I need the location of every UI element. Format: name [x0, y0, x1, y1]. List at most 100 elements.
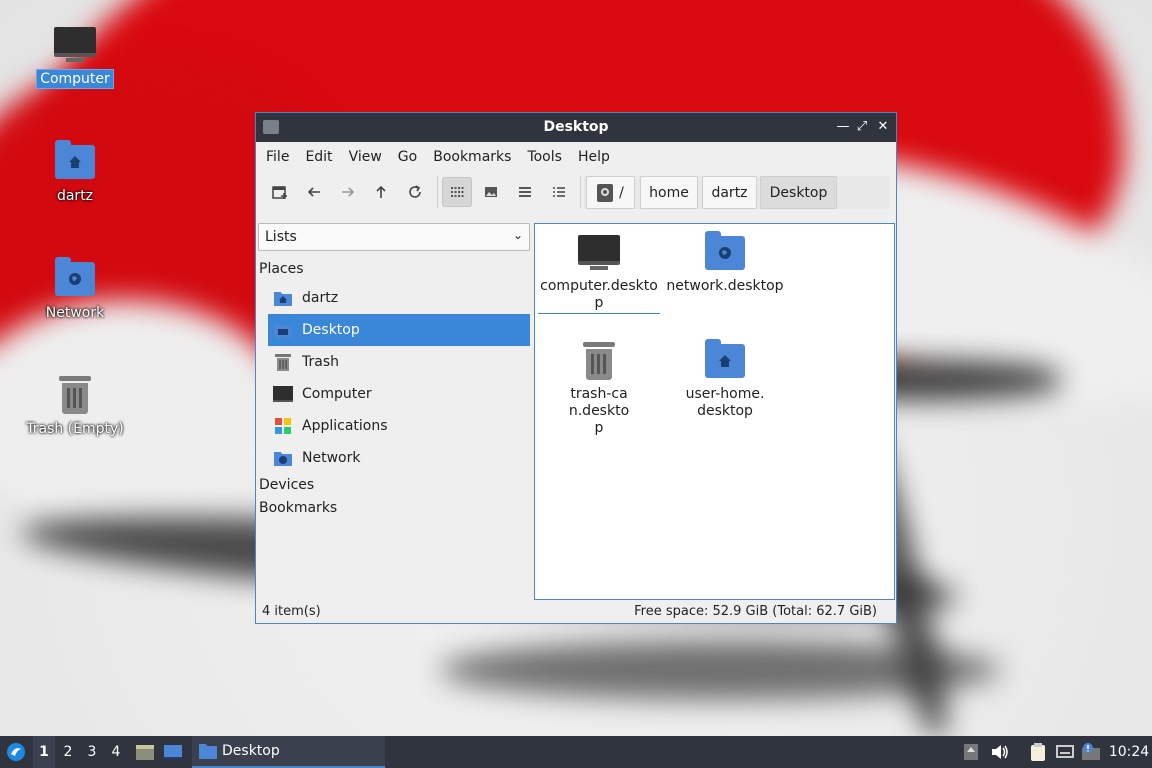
path-segment-home[interactable]: home: [640, 176, 698, 209]
trash-icon: [577, 338, 621, 382]
icon-view-button[interactable]: [442, 177, 472, 207]
up-arrow-icon: [376, 185, 386, 198]
taskbar: 1 2 3 4 Desktop 10:24: [0, 736, 1152, 768]
network-icon[interactable]: [1055, 742, 1075, 762]
menu-bookmarks[interactable]: Bookmarks: [425, 149, 519, 165]
file-item-computer-desktop[interactable]: computer.desktop: [538, 230, 660, 314]
sidebar-item-computer[interactable]: Computer: [268, 378, 530, 410]
sidebar-item-dartz[interactable]: dartz: [268, 282, 530, 314]
file-manager-launcher[interactable]: [132, 736, 158, 768]
file-manager-icon: [136, 745, 154, 760]
desktop-icon-dartz[interactable]: dartz: [20, 139, 130, 205]
file-view[interactable]: computer.desktop network.desktop trash-c…: [534, 223, 895, 600]
menu-view[interactable]: View: [341, 149, 390, 165]
detailed-list-view-icon: [553, 187, 565, 197]
path-root-label: /: [619, 184, 624, 201]
icon-view-icon: [451, 187, 464, 197]
up-arrow-icon[interactable]: [961, 742, 981, 762]
file-item-network-desktop[interactable]: network.desktop: [664, 230, 786, 295]
file-item-trash-can-desktop[interactable]: trash-can.desktop: [538, 338, 660, 437]
taskbar-window-label: Desktop: [222, 743, 280, 759]
compact-view-icon: [519, 187, 531, 197]
desktop-icon-label: dartz: [56, 188, 94, 204]
workspace-3-button[interactable]: 3: [81, 736, 103, 768]
update-notifier-icon[interactable]: [1081, 742, 1101, 762]
menu-edit[interactable]: Edit: [297, 149, 340, 165]
clipboard-icon[interactable]: [1028, 742, 1048, 762]
computer-icon: [273, 384, 293, 404]
sidebar-item-label: Computer: [302, 386, 372, 402]
computer-icon: [577, 230, 621, 274]
side-pane-mode-select[interactable]: Lists ⌄: [258, 223, 530, 251]
sidebar-item-applications[interactable]: Applications: [268, 410, 530, 442]
menu-file[interactable]: File: [258, 149, 297, 165]
sidebar-item-label: Desktop: [302, 322, 360, 338]
detailed-list-view-button[interactable]: [544, 177, 574, 207]
menu-go[interactable]: Go: [390, 149, 425, 165]
home-folder-icon: [273, 288, 293, 308]
menu-help[interactable]: Help: [570, 149, 618, 165]
show-desktop-button[interactable]: [160, 736, 186, 768]
folder-icon: [199, 744, 217, 759]
sidebar-item-network[interactable]: Network: [268, 442, 530, 474]
applications-icon: [273, 416, 293, 436]
close-button[interactable]: ✕: [874, 118, 892, 136]
window-titlebar[interactable]: Desktop — ⤢ ✕: [256, 113, 896, 142]
compact-view-button[interactable]: [510, 177, 540, 207]
devices-header[interactable]: Devices: [259, 477, 314, 493]
desktop-icon-trash[interactable]: Trash (Empty): [20, 372, 130, 438]
menu-tools[interactable]: Tools: [519, 149, 570, 165]
new-tab-icon: [272, 186, 287, 199]
workspace-1-button[interactable]: 1: [33, 736, 55, 768]
up-button[interactable]: [366, 177, 396, 207]
forward-arrow-icon: [342, 187, 355, 197]
toolbar: / home dartz Desktop: [256, 172, 896, 212]
sidebar-item-label: Applications: [302, 418, 388, 434]
file-item-label: trash-can.desktop: [568, 386, 630, 436]
thumbnail-view-button[interactable]: [476, 177, 506, 207]
start-menu-button[interactable]: [3, 736, 29, 768]
lubuntu-logo-icon: [7, 743, 25, 761]
bookmarks-header[interactable]: Bookmarks: [259, 500, 337, 516]
sidebar-item-trash[interactable]: Trash: [268, 346, 530, 378]
file-item-user-home-desktop[interactable]: user-home.desktop: [664, 338, 786, 420]
reload-button[interactable]: [400, 177, 430, 207]
path-segment-desktop[interactable]: Desktop: [760, 176, 837, 209]
taskbar-window-desktop[interactable]: Desktop: [192, 736, 385, 768]
desktop-icon-label: Computer: [36, 69, 114, 89]
workspace-4-button[interactable]: 4: [105, 736, 127, 768]
side-pane: Lists ⌄ Places dartz Desktop Trash Compu…: [256, 218, 532, 603]
network-folder-icon: [273, 448, 293, 468]
toolbar-separator: [437, 176, 438, 208]
minimize-button[interactable]: —: [834, 118, 852, 136]
reload-icon: [409, 185, 421, 198]
desktop-icon-network[interactable]: Network: [20, 256, 130, 322]
menubar: File Edit View Go Bookmarks Tools Help: [256, 142, 896, 172]
file-item-label: user-home.desktop: [685, 386, 765, 419]
workspace-2-button[interactable]: 2: [57, 736, 79, 768]
desktop-icon-computer[interactable]: Computer: [20, 22, 130, 89]
clock[interactable]: 10:24: [1108, 736, 1150, 768]
path-segment-dartz[interactable]: dartz: [702, 176, 757, 209]
desktop-icon-label: Trash (Empty): [26, 421, 124, 437]
window-title: Desktop: [543, 119, 609, 135]
back-button[interactable]: [299, 177, 329, 207]
free-space: Free space: 52.9 GiB (Total: 62.7 GiB): [634, 604, 877, 619]
path-root-button[interactable]: /: [586, 176, 635, 209]
network-folder-icon: [53, 256, 97, 300]
forward-button[interactable]: [333, 177, 363, 207]
sidebar-item-desktop[interactable]: Desktop: [268, 314, 530, 346]
back-arrow-icon: [307, 187, 320, 197]
new-tab-button[interactable]: [265, 177, 295, 207]
sidebar-item-label: Trash: [302, 354, 339, 370]
sidebar-item-label: Network: [302, 450, 361, 466]
home-folder-icon: [703, 338, 747, 382]
show-desktop-icon: [164, 745, 182, 759]
path-bar: / home dartz Desktop: [584, 176, 890, 209]
maximize-button[interactable]: ⤢: [853, 118, 871, 136]
volume-icon[interactable]: [990, 742, 1010, 762]
trash-icon: [273, 352, 293, 372]
computer-icon: [53, 22, 97, 66]
toolbar-separator: [580, 176, 581, 208]
home-folder-icon: [53, 139, 97, 183]
